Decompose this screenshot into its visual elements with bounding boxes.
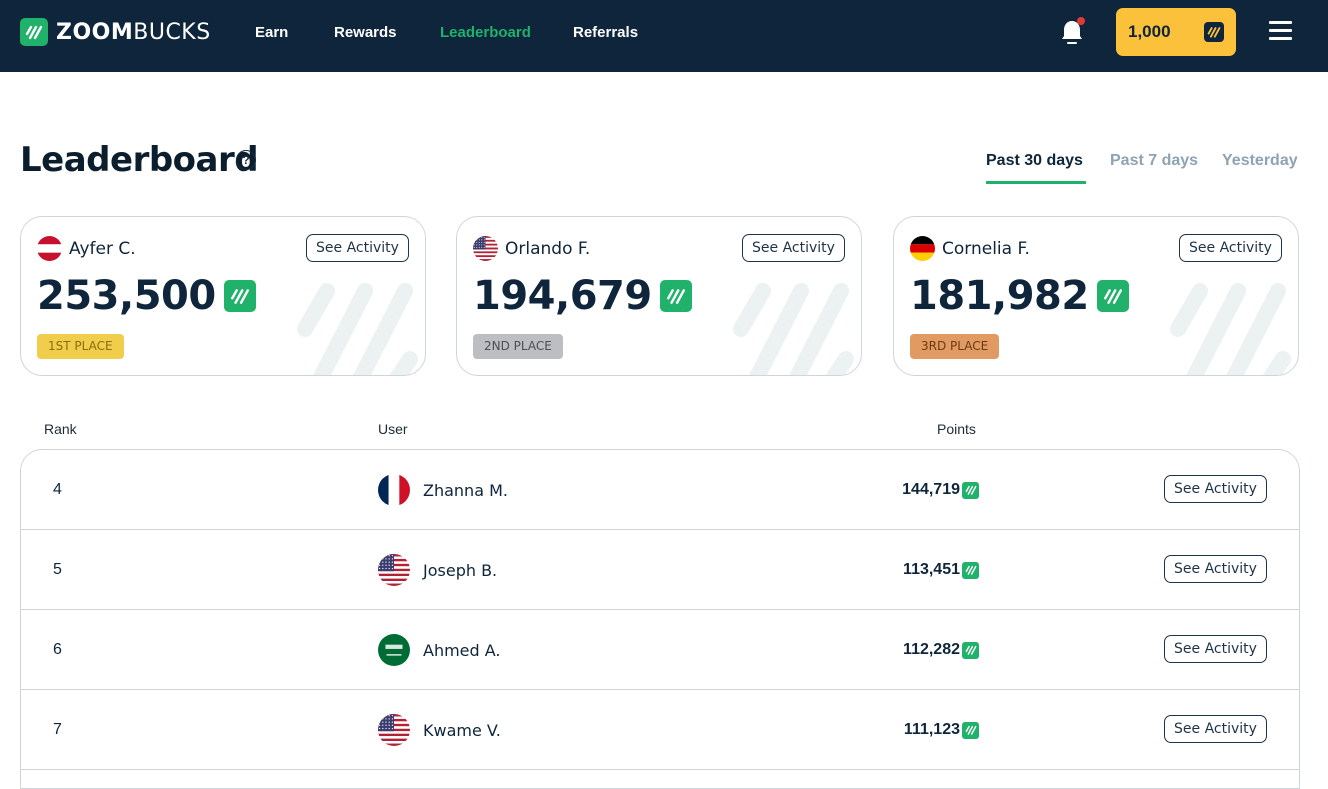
see-activity-button[interactable]: See Activity bbox=[742, 234, 845, 262]
row-points: 144,719 bbox=[902, 481, 979, 499]
podium-points: 253,500 bbox=[37, 273, 256, 319]
zoombucks-coin-icon bbox=[962, 481, 979, 499]
podium-user-name: Ayfer C. bbox=[69, 239, 136, 259]
row-points-value: 113,451 bbox=[903, 561, 960, 578]
row-points-value: 111,123 bbox=[903, 721, 960, 738]
podium-points: 181,982 bbox=[910, 273, 1129, 319]
menu-button[interactable] bbox=[1269, 21, 1292, 41]
podium-points: 194,679 bbox=[473, 273, 692, 319]
row-rank: 7 bbox=[53, 721, 62, 738]
zoombucks-logo[interactable]: ZOOMBUCKS bbox=[20, 18, 211, 46]
row-points: 111,123 bbox=[904, 721, 979, 739]
podium-points-value: 194,679 bbox=[473, 273, 652, 319]
zoombucks-coin-icon bbox=[223, 280, 256, 312]
decorative-stripes bbox=[297, 283, 418, 375]
table-row: 5 Joseph B. 113,451 See Activity bbox=[21, 530, 1299, 610]
podium-points-value: 253,500 bbox=[37, 273, 216, 319]
country-flag-icon bbox=[473, 236, 498, 261]
podium-card: Cornelia F. See Activity 181,982 3RD PLA… bbox=[893, 216, 1299, 376]
table-row: 6 Ahmed A. 112,282 See Activity bbox=[21, 610, 1299, 690]
row-points: 113,451 bbox=[903, 561, 979, 579]
place-badge: 3RD PLACE bbox=[910, 334, 1000, 359]
balance-value: 1,000 bbox=[1128, 22, 1171, 41]
tab-yesterday[interactable]: Yesterday bbox=[1222, 152, 1298, 170]
tab-past-30-days[interactable]: Past 30 days bbox=[986, 152, 1083, 170]
place-badge: 2ND PLACE bbox=[473, 334, 563, 359]
country-flag-icon bbox=[37, 236, 62, 261]
hamburger-icon-bar bbox=[1269, 29, 1292, 32]
country-flag-icon bbox=[378, 474, 410, 506]
zoombucks-coin-icon bbox=[1096, 280, 1129, 312]
see-activity-button[interactable]: See Activity bbox=[1164, 475, 1267, 503]
zoombucks-coin-icon bbox=[659, 280, 692, 312]
country-flag-icon bbox=[378, 714, 410, 746]
country-flag-icon bbox=[378, 634, 410, 666]
country-flag-icon bbox=[910, 236, 935, 261]
nav-leaderboard[interactable]: Leaderboard bbox=[440, 24, 531, 41]
nav-earn[interactable]: Earn bbox=[255, 24, 288, 41]
table-row: 7 Kwame V. 111,123 See Activity bbox=[21, 690, 1299, 770]
tab-past-7-days[interactable]: Past 7 days bbox=[1110, 152, 1198, 170]
balance-button[interactable]: 1,000 bbox=[1116, 8, 1236, 56]
row-points: 112,282 bbox=[903, 641, 979, 659]
row-user-name: Zhanna M. bbox=[423, 481, 508, 500]
podium-card: Ayfer C. See Activity 253,500 1ST PLACE bbox=[20, 216, 426, 376]
podium-user-name: Orlando F. bbox=[505, 239, 591, 259]
see-activity-button[interactable]: See Activity bbox=[1164, 715, 1267, 743]
nav-rewards[interactable]: Rewards bbox=[334, 24, 397, 41]
row-user-name: Kwame V. bbox=[423, 721, 501, 740]
row-points-value: 144,719 bbox=[902, 481, 960, 498]
logo-mark-icon bbox=[20, 18, 48, 46]
podium-points-value: 181,982 bbox=[910, 273, 1089, 319]
table-row: 4 Zhanna M. 144,719 See Activity bbox=[21, 450, 1299, 530]
see-activity-button[interactable]: See Activity bbox=[1164, 635, 1267, 663]
page-title: Leaderboard bbox=[20, 140, 259, 180]
hamburger-icon bbox=[1269, 21, 1292, 24]
see-activity-button[interactable]: See Activity bbox=[1179, 234, 1282, 262]
notification-dot bbox=[1077, 17, 1085, 25]
leaderboard-table: 4 Zhanna M. 144,719 See Activity 5 Josep… bbox=[20, 449, 1300, 789]
podium-card: Orlando F. See Activity 194,679 2ND PLAC… bbox=[456, 216, 862, 376]
row-rank: 5 bbox=[53, 561, 62, 578]
decorative-stripes bbox=[733, 283, 854, 375]
zoombucks-coin-icon bbox=[1204, 22, 1224, 42]
podium-user-name: Cornelia F. bbox=[942, 239, 1030, 259]
zoombucks-coin-icon bbox=[962, 641, 979, 659]
zoombucks-coin-icon bbox=[962, 721, 979, 739]
row-user-name: Ahmed A. bbox=[423, 641, 501, 660]
country-flag-icon bbox=[378, 554, 410, 586]
active-tab-indicator bbox=[986, 181, 1086, 184]
decorative-stripes bbox=[1170, 283, 1291, 375]
place-badge: 1ST PLACE bbox=[37, 334, 124, 359]
help-icon[interactable]: ? bbox=[236, 150, 256, 170]
zoombucks-coin-icon bbox=[962, 561, 979, 579]
see-activity-button[interactable]: See Activity bbox=[1164, 555, 1267, 583]
logo-text: ZOOMBUCKS bbox=[56, 19, 211, 45]
top-navbar: ZOOMBUCKS Earn Rewards Leaderboard Refer… bbox=[0, 0, 1328, 72]
column-header-rank: Rank bbox=[44, 421, 77, 437]
row-points-value: 112,282 bbox=[903, 641, 960, 658]
row-rank: 6 bbox=[53, 641, 62, 658]
column-header-user: User bbox=[378, 421, 408, 437]
row-user-name: Joseph B. bbox=[423, 561, 498, 580]
column-header-points: Points bbox=[937, 421, 976, 437]
see-activity-button[interactable]: See Activity bbox=[306, 234, 409, 262]
row-rank: 4 bbox=[53, 481, 62, 498]
nav-referrals[interactable]: Referrals bbox=[573, 24, 638, 41]
notifications-button[interactable] bbox=[1058, 17, 1086, 48]
hamburger-icon-bar bbox=[1269, 37, 1292, 40]
